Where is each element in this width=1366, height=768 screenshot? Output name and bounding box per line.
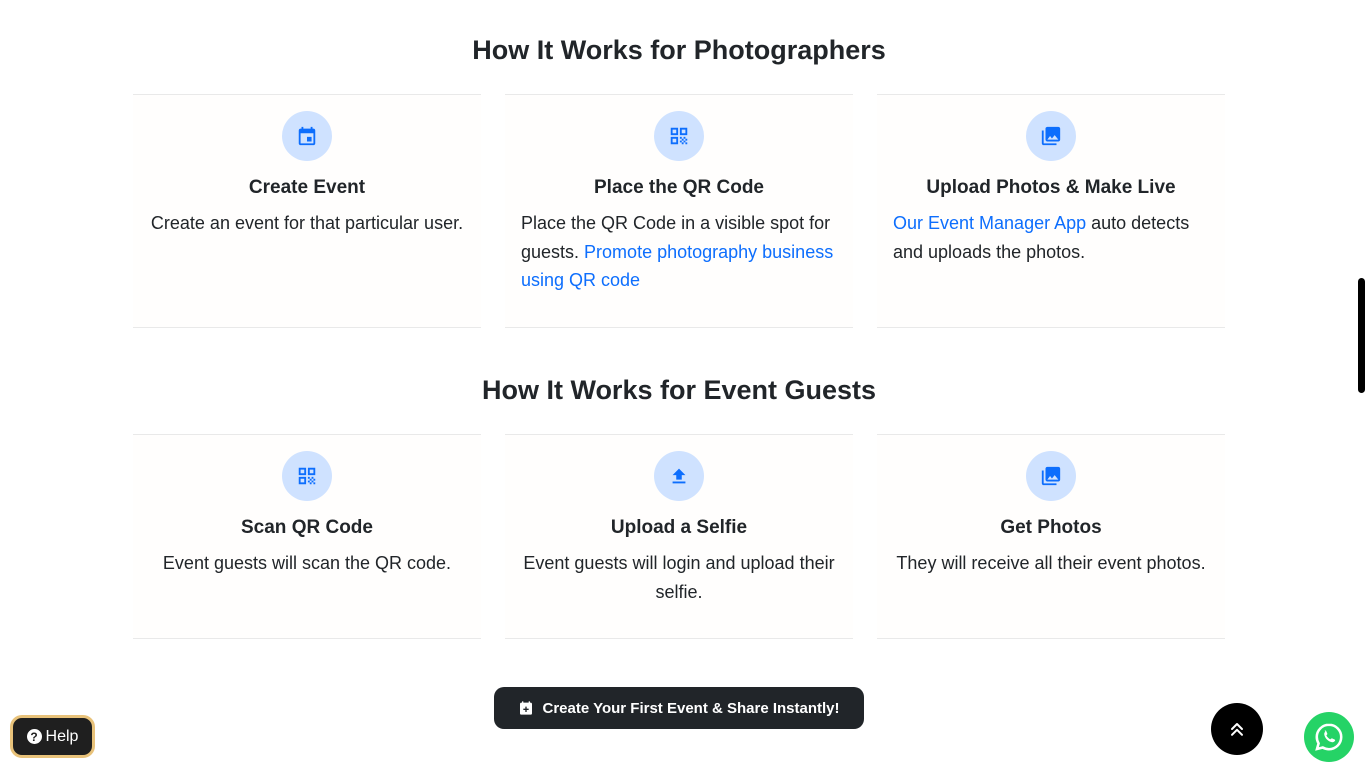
create-first-event-button[interactable]: Create Your First Event & Share Instantl… (494, 687, 864, 729)
photo-library-icon (1026, 111, 1076, 161)
question-circle-icon: ? (26, 729, 42, 744)
create-first-event-label: Create Your First Event & Share Instantl… (542, 699, 840, 717)
step-card-place-qr-code: Place the QR Code Place the QR Code in a… (505, 94, 853, 328)
step-card-get-photos: Get Photos They will receive all their e… (877, 434, 1225, 639)
step-card-upload-photos: Upload Photos & Make Live Our Event Mana… (877, 94, 1225, 328)
step-description: Event guests will login and upload their… (523, 553, 835, 602)
photo-library-icon (1026, 451, 1076, 501)
scrollbar-thumb[interactable] (1358, 278, 1365, 393)
step-title: Create Event (248, 177, 366, 198)
guests-section-title: How It Works for Event Guests (481, 375, 877, 405)
step-title: Get Photos (1000, 517, 1102, 538)
step-description: Place the QR Code in a visible spot for … (521, 209, 837, 295)
event-manager-app-link[interactable]: Our Event Manager App (893, 213, 1086, 233)
photographers-section-title: How It Works for Photographers (472, 35, 886, 65)
step-title: Scan QR Code (241, 517, 373, 538)
step-card-create-event: Create Event Create an event for that pa… (133, 94, 481, 328)
step-description: They will receive all their event photos… (896, 553, 1206, 573)
calendar-add-icon (520, 701, 533, 715)
step-card-scan-qr-code: Scan QR Code Event guests will scan the … (133, 434, 481, 639)
upload-icon (654, 451, 704, 501)
step-title: Upload Photos & Make Live (926, 177, 1176, 198)
page-scrollbar[interactable] (1358, 0, 1366, 768)
step-description: Our Event Manager App auto detects and u… (893, 209, 1209, 266)
qr-code-icon (282, 451, 332, 501)
step-title: Upload a Selfie (610, 517, 748, 538)
step-title: Place the QR Code (594, 177, 764, 198)
whatsapp-icon (1315, 723, 1343, 751)
double-chevron-up-icon (1231, 723, 1243, 736)
step-description: Event guests will scan the QR code. (162, 553, 452, 573)
step-card-upload-selfie: Upload a Selfie Event guests will login … (505, 434, 853, 639)
help-button[interactable]: ? Help (10, 715, 95, 758)
scroll-to-top-button[interactable] (1211, 703, 1263, 755)
step-description: Create an event for that particular user… (150, 213, 464, 233)
help-label: Help (45, 727, 79, 745)
calendar-icon (282, 111, 332, 161)
page: How It Works for Photographers Create Ev… (0, 0, 1366, 768)
whatsapp-button[interactable] (1304, 712, 1354, 762)
qr-code-icon (654, 111, 704, 161)
